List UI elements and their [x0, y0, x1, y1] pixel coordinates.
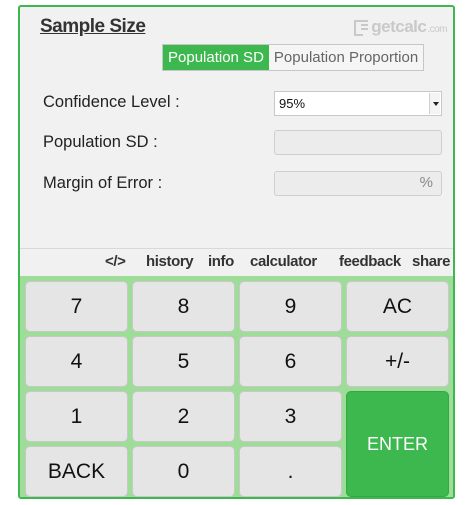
footer-links: </> history info calculator feedback sha… — [20, 248, 453, 276]
logo-text: getcalc — [371, 17, 427, 36]
embed-code-link[interactable]: </> — [105, 253, 126, 270]
calculator-link[interactable]: calculator — [250, 253, 317, 270]
calculator-title: Sample Size — [40, 16, 146, 37]
enter-button[interactable]: ENTER — [346, 391, 449, 497]
key-all-clear[interactable]: AC — [346, 281, 449, 332]
info-link[interactable]: info — [208, 253, 234, 270]
backspace-button[interactable]: BACK — [25, 446, 128, 497]
mode-tabs: Population SD Population Proportion — [162, 44, 425, 71]
key-1[interactable]: 1 — [25, 391, 128, 442]
keypad: 7 8 9 AC 4 5 6 +/- 1 2 3 ENTER BACK 0 . — [20, 276, 453, 497]
key-2[interactable]: 2 — [132, 391, 235, 442]
confidence-level-select[interactable]: 95% — [274, 91, 442, 116]
logo-domain: .com — [427, 24, 447, 35]
key-9[interactable]: 9 — [239, 281, 342, 332]
key-6[interactable]: 6 — [239, 336, 342, 387]
share-link[interactable]: share — [412, 253, 450, 270]
margin-of-error-input[interactable]: % — [274, 171, 442, 196]
sample-size-calculator: Sample Size getcalc .com Population SD P… — [18, 5, 455, 499]
population-sd-input[interactable] — [274, 130, 442, 155]
percent-unit: % — [419, 174, 433, 191]
tab-population-proportion[interactable]: Population Proportion — [268, 45, 424, 70]
confidence-level-label: Confidence Level : — [43, 93, 180, 111]
key-0[interactable]: 0 — [132, 446, 235, 497]
history-link[interactable]: history — [146, 253, 194, 270]
margin-of-error-label: Margin of Error : — [43, 174, 163, 192]
key-8[interactable]: 8 — [132, 281, 235, 332]
tab-population-sd[interactable]: Population SD — [163, 45, 269, 70]
getcalc-logo[interactable]: getcalc .com — [354, 17, 447, 37]
feedback-link[interactable]: feedback — [339, 253, 401, 270]
key-4[interactable]: 4 — [25, 336, 128, 387]
key-sign-toggle[interactable]: +/- — [346, 336, 449, 387]
key-7[interactable]: 7 — [25, 281, 128, 332]
key-decimal-point[interactable]: . — [239, 446, 342, 497]
population-sd-label: Population SD : — [43, 133, 158, 151]
getcalc-logo-icon — [354, 18, 370, 36]
chevron-down-icon[interactable] — [429, 93, 440, 114]
confidence-level-value: 95% — [279, 96, 306, 111]
key-3[interactable]: 3 — [239, 391, 342, 442]
key-5[interactable]: 5 — [132, 336, 235, 387]
